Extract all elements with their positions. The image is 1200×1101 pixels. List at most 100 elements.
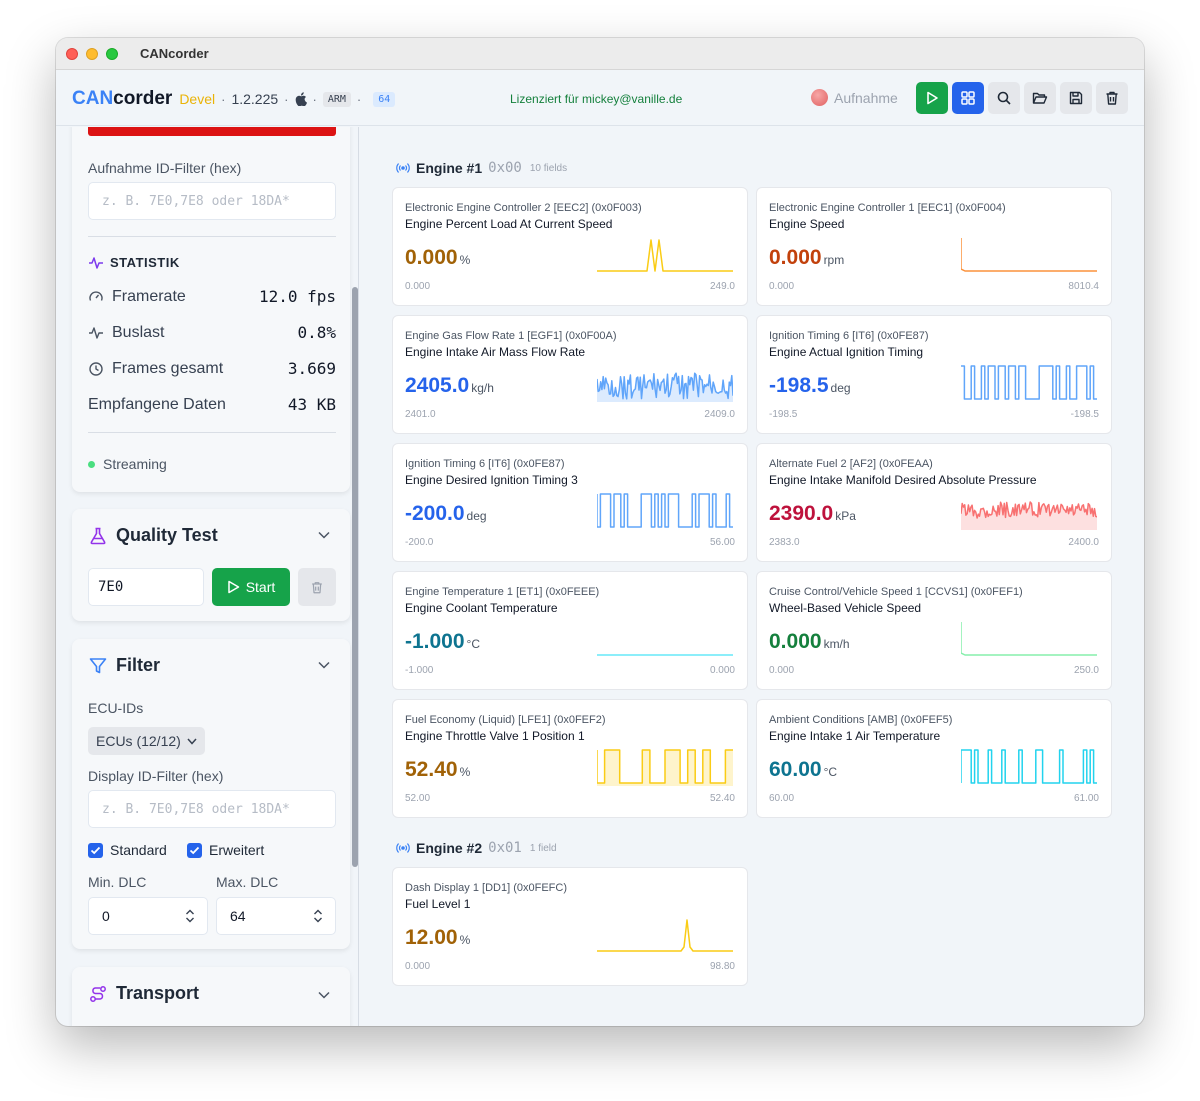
signal-icon [396, 843, 410, 853]
app-header: CAN corder Devel · 1.2.225 · · ARM · 64 L… [56, 70, 1144, 126]
chevron-down-icon[interactable] [318, 531, 330, 539]
sparkline [961, 622, 1097, 656]
signal-card[interactable]: Electronic Engine Controller 1 [EEC1] (0… [756, 187, 1112, 306]
signal-card[interactable]: Electronic Engine Controller 2 [EEC2] (0… [392, 187, 748, 306]
search-icon [997, 91, 1011, 105]
signal-card[interactable]: Dash Display 1 [DD1] (0x0FEFC) Fuel Level… [392, 867, 748, 986]
data-value: 43 KB [287, 395, 336, 414]
chevron-down-icon[interactable] [318, 991, 330, 999]
signal-max: 98.80 [709, 961, 735, 972]
close-window-button[interactable] [66, 48, 78, 60]
bits-badge: 64 [373, 91, 396, 107]
status-dot-icon [88, 460, 95, 468]
signal-source: Electronic Engine Controller 2 [EEC2] (0… [405, 202, 642, 214]
signal-name: Engine Desired Ignition Timing 3 [405, 473, 578, 487]
play-icon [927, 91, 938, 105]
sparkline [597, 919, 733, 952]
signal-value: -198.5 deg [769, 374, 851, 397]
signal-source: Alternate Fuel 2 [AF2] (0x0FEAA) [769, 458, 933, 470]
signal-card[interactable]: Alternate Fuel 2 [AF2] (0x0FEAA) Engine I… [756, 443, 1112, 562]
open-file-button[interactable] [1024, 82, 1056, 114]
minimize-window-button[interactable] [86, 48, 98, 60]
quality-test-input[interactable]: 7E0 [88, 568, 204, 606]
sparkline [597, 372, 733, 402]
signal-source: Ignition Timing 6 [IT6] (0x0FE87) [769, 330, 929, 342]
signal-value: 12.00% [405, 926, 471, 949]
activity-icon [89, 326, 103, 339]
signal-unit: rpm [823, 253, 845, 267]
signal-unit: °C [823, 765, 838, 779]
signal-value: 2390.0 kPa [769, 502, 856, 525]
signal-name: Engine Intake Manifold Desired Absolute … [769, 473, 1037, 487]
sparkline [961, 365, 1097, 400]
display-filter-input[interactable]: z. B. 7E0,7E8 oder 18DA* [88, 790, 336, 828]
gauge-icon [89, 290, 103, 301]
signal-value: -1.000 °C [405, 630, 481, 653]
signal-max: 56.00 [709, 537, 735, 548]
chevron-down-icon[interactable] [318, 661, 330, 669]
record-toggle[interactable]: Aufnahme [811, 89, 898, 106]
signal-value: -200.0 deg [405, 502, 487, 525]
record-filter-input[interactable]: z. B. 7E0,7E8 oder 18DA* [88, 182, 336, 220]
signal-unit: deg [466, 509, 487, 523]
group-name: Engine #1 [416, 160, 483, 176]
filter-panel: Filter ECU-IDs ECUs (12/12) Display ID-F… [72, 639, 350, 949]
signal-card[interactable]: Ignition Timing 6 [IT6] (0x0FE87) Engine … [392, 443, 748, 562]
clock-icon [89, 361, 103, 376]
recording-panel: Aufnahme ID-Filter (hex) z. B. 7E0,7E8 o… [72, 127, 350, 492]
version-label: 1.2.225 [231, 91, 279, 107]
title-bar: CANcorder [56, 38, 1144, 70]
sparkline [961, 501, 1097, 530]
stats-title: STATISTIK [110, 255, 180, 270]
max-dlc-input[interactable]: 64 [216, 897, 336, 935]
signal-max: 250.0 [1073, 665, 1099, 676]
stat-busload: Buslast 0.8% [88, 323, 336, 342]
start-button[interactable]: Start [212, 568, 290, 606]
play-icon [227, 580, 239, 594]
signal-min: 0.000 [769, 665, 795, 676]
signal-source: Electronic Engine Controller 1 [EEC1] (0… [769, 202, 1006, 214]
signal-card[interactable]: Ignition Timing 6 [IT6] (0x0FE87) Engine … [756, 315, 1112, 434]
transport-header[interactable]: Transport [88, 983, 199, 1004]
stepper-icon[interactable] [313, 908, 323, 924]
signal-name: Engine Intake 1 Air Temperature [769, 729, 941, 743]
ecu-ids-label: ECU-IDs [88, 700, 144, 716]
standard-checkbox[interactable]: Standard [88, 842, 167, 858]
sparkline [961, 238, 1097, 272]
signal-source: Ambient Conditions [AMB] (0x0FEF5) [769, 714, 953, 726]
group-field-count: 1 field [529, 842, 557, 854]
play-button[interactable] [916, 82, 948, 114]
search-button[interactable] [988, 82, 1020, 114]
signal-unit: % [459, 933, 471, 947]
group-header: Engine #1 0x00 10 fields [396, 160, 567, 176]
activity-icon [89, 256, 103, 269]
quality-clear-button[interactable] [298, 568, 336, 606]
framerate-value: 12.0 fps [258, 287, 336, 306]
dashboard-view-button[interactable] [952, 82, 984, 114]
group-id: 0x00 [488, 160, 522, 176]
ecu-select-button[interactable]: ECUs (12/12) [88, 727, 205, 755]
streaming-status: Streaming [88, 456, 167, 472]
zoom-window-button[interactable] [106, 48, 118, 60]
signal-unit: km/h [823, 637, 850, 651]
signal-min: -198.5 [769, 409, 798, 420]
signal-value: 60.00 °C [769, 758, 838, 781]
signal-card[interactable]: Engine Gas Flow Rate 1 [EGF1] (0x0F00A) E… [392, 315, 748, 434]
apple-icon [295, 92, 307, 106]
display-filter-label: Display ID-Filter (hex) [88, 768, 224, 784]
quality-test-header[interactable]: Quality Test [88, 525, 218, 546]
stepper-icon[interactable] [185, 908, 195, 924]
min-dlc-input[interactable]: 0 [88, 897, 208, 935]
signal-min: 52.00 [405, 793, 431, 804]
signal-card[interactable]: Fuel Economy (Liquid) [LFE1] (0x0FEF2) En… [392, 699, 748, 818]
clear-button[interactable] [1096, 82, 1128, 114]
save-button[interactable] [1060, 82, 1092, 114]
frames-value: 3.669 [287, 359, 336, 378]
signal-card[interactable]: Engine Temperature 1 [ET1] (0x0FEEE) Engi… [392, 571, 748, 690]
signal-card[interactable]: Cruise Control/Vehicle Speed 1 [CCVS1] (… [756, 571, 1112, 690]
signal-value: 0.000 km/h [769, 630, 850, 653]
extended-checkbox[interactable]: Erweitert [187, 842, 264, 858]
filter-header[interactable]: Filter [88, 655, 160, 676]
signal-card[interactable]: Ambient Conditions [AMB] (0x0FEF5) Engine… [756, 699, 1112, 818]
signal-unit: °C [466, 637, 481, 651]
